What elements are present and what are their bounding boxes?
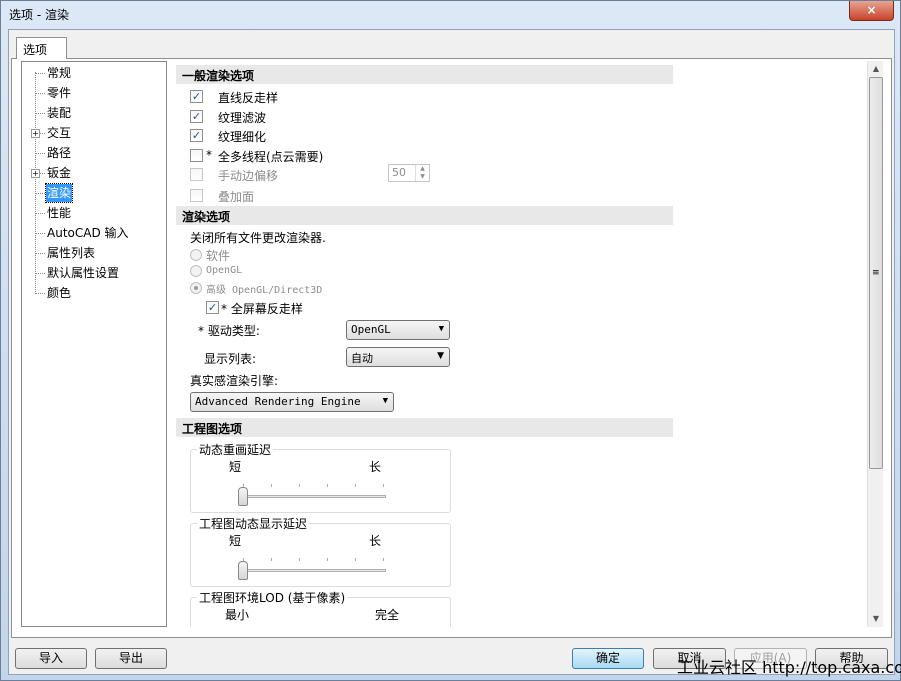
render-settings: 一般渲染选项 ✓ 直线反走样 ✓ 纹理滤波 ✓ 纹理细化 * 全多线程(点云需要… — [173, 61, 867, 627]
slider-thumb[interactable] — [238, 487, 248, 506]
multithread-star: * — [206, 148, 212, 162]
vertical-scrollbar[interactable]: ▲ ≡ ▼ — [867, 61, 883, 627]
options-window: 选项 - 渲染 × 选项 常规零件装配 + 交互路径 + 钣金 渲染 性能 AutoCAD 输… — [0, 0, 901, 681]
ok-button[interactable]: 确定 — [572, 648, 644, 669]
spin-arrows-icon[interactable]: ▲ ▼ — [415, 165, 429, 181]
renderer-note: 关闭所有文件更改渲染器. — [190, 231, 326, 245]
import-button[interactable]: 导入 — [15, 648, 87, 669]
driver-label: * 驱动类型: — [198, 324, 260, 338]
radio-opengl-label: OpenGL — [206, 265, 243, 276]
tex-refine-checkbox[interactable]: ✓ — [190, 129, 203, 142]
tree-item[interactable]: 钣金 — [46, 164, 72, 182]
tree-item[interactable]: 路径 — [46, 144, 72, 162]
manual-offset-label: 手动边偏移 — [218, 169, 279, 183]
slider-tick — [327, 558, 328, 561]
group-label: 工程图动态显示延迟 — [197, 515, 310, 532]
chevron-down-icon: ▼ — [438, 324, 444, 334]
driver-select[interactable]: OpenGL ▼ — [346, 320, 450, 340]
scroll-down-icon[interactable]: ▼ — [868, 611, 884, 627]
tree-item[interactable]: 默认属性设置 — [46, 264, 120, 282]
slider-tick — [299, 484, 300, 487]
slider-track[interactable] — [238, 495, 386, 498]
slider-min-label: 短 — [229, 460, 242, 474]
section-render: 渲染选项 — [176, 206, 673, 225]
radio-software-label: 软件 — [206, 249, 231, 263]
radio-opengl[interactable] — [190, 265, 202, 277]
slider-max-label: 长 — [369, 460, 382, 474]
slider-tick — [383, 558, 384, 561]
slider-tick — [355, 558, 356, 561]
radio-software[interactable] — [190, 249, 202, 261]
tree-item[interactable]: 渲染 — [44, 183, 74, 203]
engine-select[interactable]: Advanced Rendering Engine ▼ — [190, 392, 394, 412]
engine-value: Advanced Rendering Engine — [195, 395, 361, 408]
scroll-up-icon[interactable]: ▲ — [868, 61, 884, 77]
tree-item[interactable]: 装配 — [46, 104, 72, 122]
multithread-label: 全多线程(点云需要) — [218, 150, 324, 164]
tree-item[interactable]: 交互 — [46, 124, 72, 142]
export-button[interactable]: 导出 — [95, 648, 167, 669]
expand-icon[interactable]: + — [31, 169, 40, 178]
tex-refine-label: 纹理细化 — [218, 130, 267, 144]
close-icon: × — [866, 3, 877, 17]
tree-item[interactable]: 属性列表 — [46, 244, 96, 262]
section-general: 一般渲染选项 — [176, 65, 673, 84]
fullscreen-aa-checkbox[interactable]: ✓ — [206, 301, 219, 314]
group-box: 工程图动态显示延迟 短 长 — [190, 515, 451, 587]
tree-item[interactable]: 零件 — [46, 84, 72, 102]
overlay-checkbox[interactable] — [190, 189, 203, 202]
slider-min-label: 短 — [229, 534, 242, 548]
chevron-down-icon: ▼ — [382, 396, 388, 406]
tree-item[interactable]: 颜色 — [46, 284, 72, 302]
offset-value: 50 — [392, 166, 406, 179]
window-title: 选项 - 渲染 — [9, 8, 69, 22]
multithread-checkbox[interactable] — [190, 149, 203, 162]
radio-advanced[interactable] — [190, 282, 202, 294]
display-list-label: 显示列表: — [204, 352, 257, 366]
slider-thumb[interactable] — [238, 561, 248, 580]
fullscreen-aa-label: * 全屏幕反走样 — [221, 302, 303, 316]
line-aa-checkbox[interactable]: ✓ — [190, 90, 203, 103]
section-drawing: 工程图选项 — [176, 418, 673, 437]
display-list-value: 自动 — [351, 352, 373, 365]
display-list-select[interactable]: 自动 ▼ — [346, 347, 450, 367]
tree-item[interactable]: 性能 — [46, 204, 72, 222]
slider-max-label: 完全 — [375, 608, 400, 622]
driver-value: OpenGL — [351, 323, 391, 336]
group-box: 动态重画延迟 短 长 — [190, 441, 451, 513]
tex-filter-checkbox[interactable]: ✓ — [190, 110, 203, 123]
slider-min-label: 最小 — [225, 608, 250, 622]
group-label: 工程图环境LOD (基于像素) — [197, 589, 348, 606]
slider-tick — [271, 558, 272, 561]
slider-tick — [383, 484, 384, 487]
slider-track[interactable] — [238, 569, 386, 572]
group-label: 动态重画延迟 — [197, 441, 274, 458]
chevron-down-icon: ▼ — [437, 351, 444, 361]
manual-offset-checkbox[interactable] — [190, 168, 203, 181]
slider-max-label: 长 — [369, 534, 382, 548]
tree-item[interactable]: AutoCAD 输入 — [46, 224, 130, 242]
watermark: 工业云社区 http://top.caxa.com/ — [677, 658, 901, 677]
overlay-label: 叠加面 — [218, 190, 255, 204]
expand-icon[interactable]: + — [31, 129, 40, 138]
slider-tick — [299, 558, 300, 561]
scroll-thumb[interactable]: ≡ — [869, 77, 883, 469]
slider-tick — [355, 484, 356, 487]
engine-label: 真实感渲染引擎: — [190, 374, 279, 388]
grip-icon: ≡ — [872, 268, 880, 278]
category-tree: 常规零件装配 + 交互路径 + 钣金 渲染 性能 AutoCAD 输入 属性列表默认属性设置 颜色 — [21, 61, 167, 627]
tab-options[interactable]: 选项 — [16, 37, 67, 59]
close-button[interactable]: × — [849, 1, 894, 21]
radio-advanced-label: 高级 OpenGL/Direct3D — [206, 285, 323, 296]
tex-filter-label: 纹理滤波 — [218, 111, 267, 125]
tree-item[interactable]: 常规 — [46, 64, 72, 82]
manual-offset-spinner[interactable]: 50 ▲ ▼ — [388, 164, 430, 182]
slider-tick — [271, 484, 272, 487]
slider-tick — [327, 484, 328, 487]
line-aa-label: 直线反走样 — [218, 91, 279, 105]
group-box: 工程图环境LOD (基于像素) 最小 完全 — [190, 589, 451, 627]
